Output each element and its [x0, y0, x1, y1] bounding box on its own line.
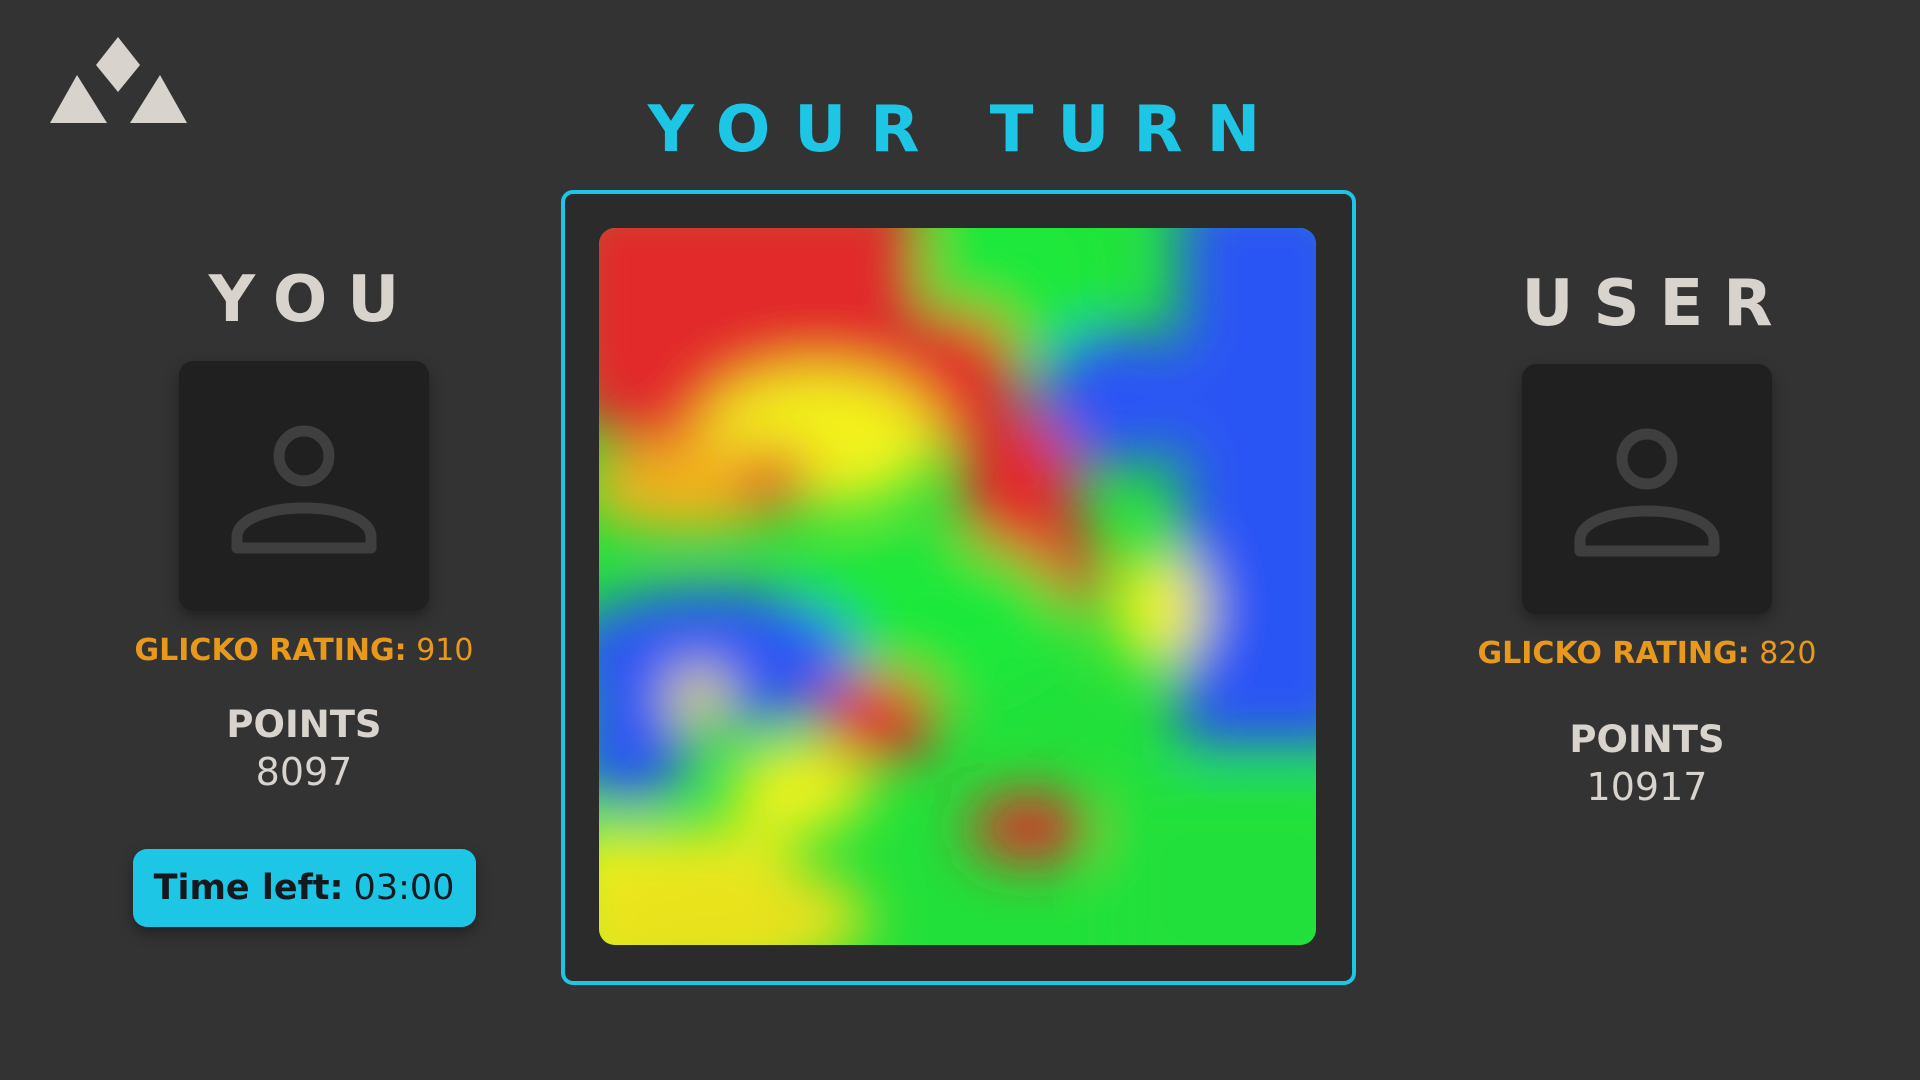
- game-board-frame: [561, 190, 1356, 985]
- player-name: USER: [1521, 267, 1793, 341]
- rating-value: 910: [416, 633, 474, 668]
- avatar: [179, 361, 429, 611]
- rating-line: GLICKO RATING: 820: [1412, 634, 1882, 674]
- points-value: 8097: [255, 750, 353, 794]
- user-avatar-icon: [231, 425, 377, 554]
- rating-label: GLICKO RATING:: [134, 633, 407, 668]
- rating-line: GLICKO RATING: 910: [69, 631, 539, 671]
- rating-value: 820: [1759, 636, 1817, 671]
- avatar: [1522, 364, 1772, 614]
- player-panel-opponent: USER GLICKO RATING: 820 POINTS 10917: [1412, 260, 1882, 812]
- player-name: YOU: [208, 263, 420, 337]
- time-left-badge: Time left: 03:00: [132, 849, 476, 927]
- player-panel-self: YOU GLICKO RATING: 910 POINTS 8097 Time …: [69, 260, 539, 927]
- points-label: POINTS: [1569, 718, 1725, 761]
- user-avatar-icon: [1574, 428, 1720, 557]
- color-heatmap: [599, 228, 1316, 945]
- game-board[interactable]: [599, 228, 1316, 945]
- points-label: POINTS: [226, 703, 382, 746]
- game-screen: YOUR TURN YOU GLICKO RATING: 910 POINTS …: [0, 0, 1920, 1080]
- rating-label: GLICKO RATING:: [1477, 636, 1750, 671]
- points-value: 10917: [1586, 765, 1708, 809]
- timer-value: 03:00: [353, 868, 455, 908]
- turn-banner: YOUR TURN: [647, 93, 1285, 167]
- timer-label: Time left:: [153, 868, 344, 908]
